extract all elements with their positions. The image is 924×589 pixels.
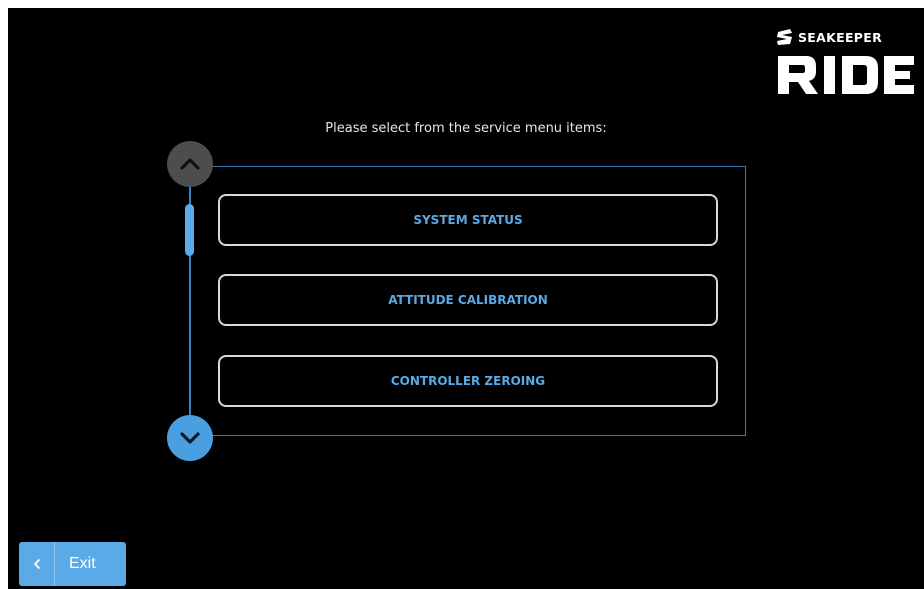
exit-label: Exit (69, 555, 96, 572)
menu-item-controller-zeroing[interactable]: CONTROLLER ZEROING (218, 355, 718, 407)
exit-button[interactable]: Exit (19, 542, 126, 586)
menu-prompt: Please select from the service menu item… (325, 121, 607, 136)
scroll-up-button[interactable] (167, 141, 213, 187)
service-menu-screen: SEAKEEPER Please select from the service… (8, 8, 924, 589)
scroll-down-button[interactable] (167, 415, 213, 461)
scroll-thumb[interactable] (185, 204, 194, 256)
menu-item-label: SYSTEM STATUS (413, 213, 523, 227)
ride-logo-wordmark (778, 56, 914, 94)
menu-item-attitude-calibration[interactable]: ATTITUDE CALIBRATION (218, 274, 718, 326)
brand-company-name: SEAKEEPER (798, 29, 883, 45)
brand-header: SEAKEEPER (776, 28, 882, 46)
chevron-left-icon (19, 542, 55, 586)
seakeeper-s-icon (777, 29, 792, 45)
brand-logo: SEAKEEPER (776, 24, 916, 104)
chevron-up-icon (180, 158, 200, 170)
menu-item-label: ATTITUDE CALIBRATION (388, 293, 548, 307)
menu-item-label: CONTROLLER ZEROING (390, 374, 546, 388)
chevron-down-icon (180, 432, 200, 444)
menu-item-system-status[interactable]: SYSTEM STATUS (218, 194, 718, 246)
